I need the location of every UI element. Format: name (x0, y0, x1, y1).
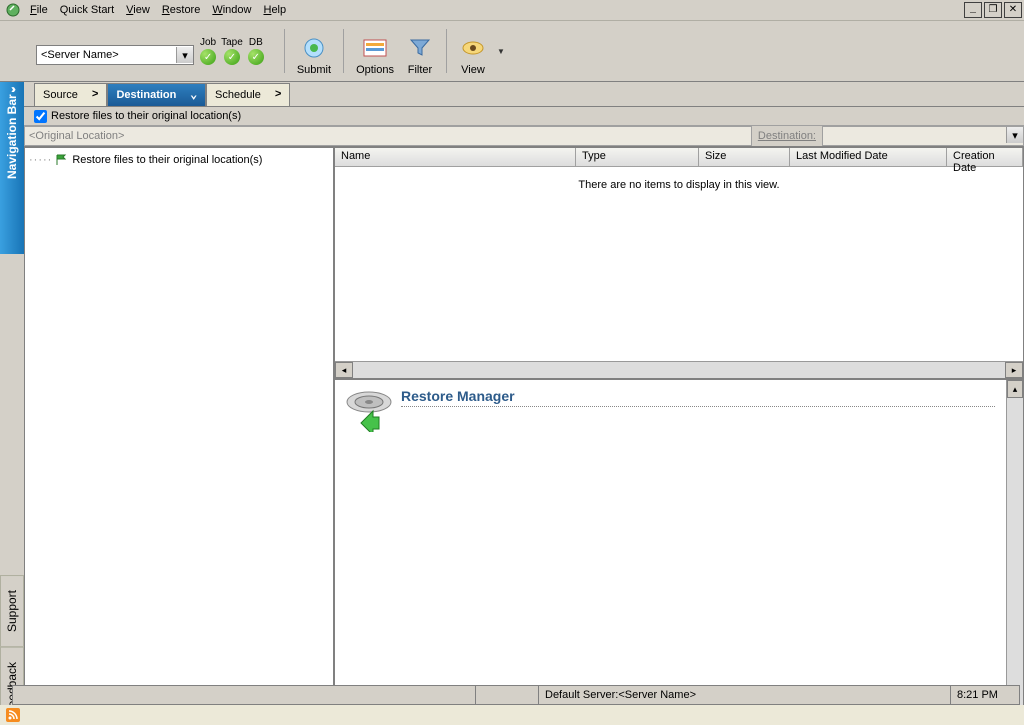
status-default-server: Default Server:<Server Name> (539, 686, 951, 704)
rss-icon[interactable] (6, 708, 20, 722)
menu-bar: File Quick Start View Restore Window Hel… (0, 0, 1024, 21)
status-job: Job✓ (200, 37, 216, 65)
options-button[interactable]: Options (350, 26, 400, 76)
empty-message: There are no items to display in this vi… (335, 167, 1023, 361)
window-controls: _ ❐ ✕ (962, 2, 1022, 18)
tab-schedule[interactable]: Schedule> (206, 83, 290, 106)
filter-button[interactable]: Filter (400, 26, 440, 76)
col-size[interactable]: Size (699, 148, 790, 166)
col-creation-date[interactable]: Creation Date (947, 148, 1023, 166)
menu-view[interactable]: View (120, 2, 156, 18)
status-cell-2 (476, 686, 539, 704)
view-dropdown-caret[interactable]: ▼ (497, 47, 505, 56)
bottom-bar (0, 705, 1024, 725)
original-location-field: <Original Location> (24, 126, 752, 146)
combo-dropdown-icon[interactable]: ▾ (176, 47, 193, 63)
toolbar: <Server Name> ▾ Job✓ Tape✓ DB✓ Submit Op… (0, 21, 1024, 82)
status-bar: Default Server:<Server Name> 8:21 PM (12, 685, 1020, 705)
navigation-bar-toggle[interactable]: Navigation Bar ›› (0, 82, 24, 254)
flag-icon (56, 154, 68, 166)
status-cell-1 (13, 686, 476, 704)
tabs: Source> Destination⌄ Schedule> (24, 82, 1024, 107)
scroll-left-icon[interactable]: ◂ (335, 362, 353, 378)
close-button[interactable]: ✕ (1004, 2, 1022, 18)
column-headers: Name Type Size Last Modified Date Creati… (335, 148, 1023, 167)
disk-icon (343, 388, 395, 432)
status-time: 8:21 PM (951, 686, 1019, 704)
vertical-scrollbar[interactable]: ▴ ▾ (1006, 380, 1023, 725)
check-icon: ✓ (248, 49, 264, 65)
destination-combo[interactable]: ▾ (822, 126, 1024, 146)
submit-icon (300, 34, 328, 62)
menu-help[interactable]: Help (257, 2, 292, 18)
filter-icon (406, 34, 434, 62)
horizontal-scrollbar[interactable]: ◂ ▸ (335, 361, 1023, 378)
arrow-icon: > (92, 89, 99, 101)
menu-window[interactable]: Window (206, 2, 257, 18)
tree-pane[interactable]: ····· Restore files to their original lo… (24, 147, 334, 725)
minimize-button[interactable]: _ (964, 2, 982, 18)
destination-label: Destination: (752, 130, 822, 142)
restore-manager-title: Restore Manager (401, 388, 995, 407)
chevron-icon: ›› (11, 82, 13, 96)
view-button[interactable]: View (453, 26, 493, 76)
lower-pane: Restore Manager ▴ ▾ (334, 379, 1024, 725)
view-icon (459, 34, 487, 62)
tab-source[interactable]: Source> (34, 83, 107, 106)
col-last-modified[interactable]: Last Modified Date (790, 148, 947, 166)
restore-original-option: Restore files to their original location… (24, 107, 1024, 126)
check-icon: ✓ (200, 49, 216, 65)
tab-destination[interactable]: Destination⌄ (107, 83, 206, 106)
combo-dropdown-icon[interactable]: ▾ (1006, 127, 1023, 143)
col-name[interactable]: Name (335, 148, 576, 166)
server-name-value: <Server Name> (41, 49, 119, 61)
menu-quick-start[interactable]: Quick Start (54, 2, 120, 18)
options-icon (361, 34, 389, 62)
restore-button[interactable]: ❐ (984, 2, 1002, 18)
check-icon: ✓ (224, 49, 240, 65)
menu-file[interactable]: File (24, 2, 54, 18)
status-tape: Tape✓ (221, 37, 243, 65)
left-rail: Navigation Bar ›› Support Feedback (0, 82, 24, 725)
col-type[interactable]: Type (576, 148, 699, 166)
app-icon (5, 2, 21, 18)
tree-item-restore-original[interactable]: ····· Restore files to their original lo… (29, 154, 329, 166)
location-row: <Original Location> Destination: ▾ (24, 126, 1024, 147)
submit-button[interactable]: Submit (291, 26, 337, 76)
restore-original-checkbox[interactable] (34, 110, 47, 123)
server-name-combo[interactable]: <Server Name> ▾ (36, 45, 194, 65)
menu-restore[interactable]: Restore (156, 2, 207, 18)
list-pane: Name Type Size Last Modified Date Creati… (334, 147, 1024, 379)
arrow-icon: > (275, 89, 282, 101)
scroll-right-icon[interactable]: ▸ (1005, 362, 1023, 378)
status-db: DB✓ (248, 37, 264, 65)
restore-original-label: Restore files to their original location… (51, 110, 241, 122)
chevron-down-icon: ⌄ (190, 88, 197, 102)
support-button[interactable]: Support (0, 575, 24, 647)
scroll-up-icon[interactable]: ▴ (1007, 380, 1023, 398)
